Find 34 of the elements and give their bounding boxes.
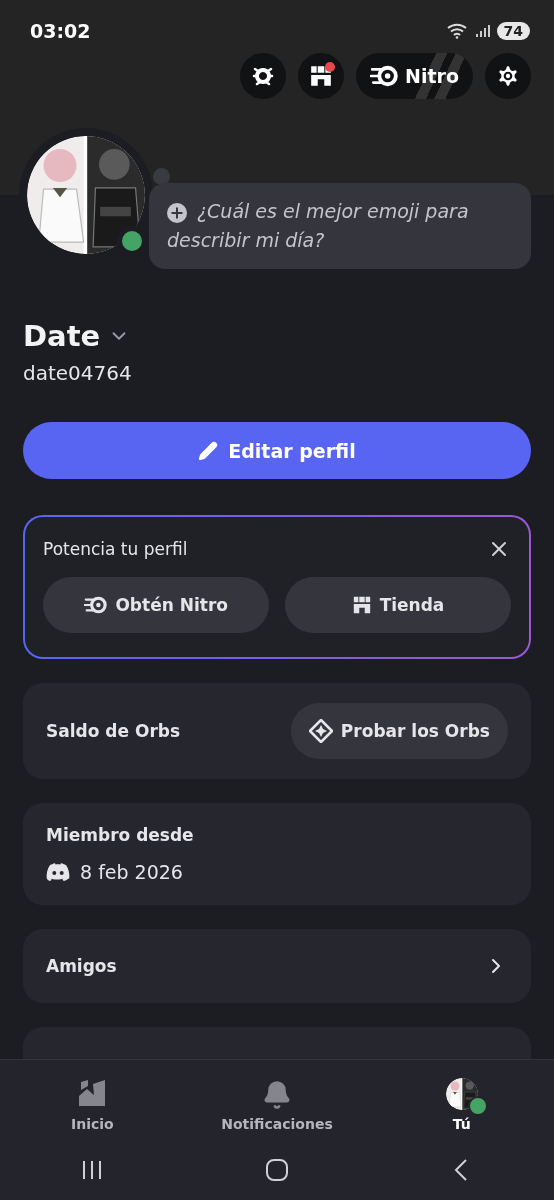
status-bubble[interactable]: ¿Cuál es el mejor emoji para describir mi día? xyxy=(149,183,531,269)
tab[interactable]: Notificaciones xyxy=(184,1060,370,1140)
home-button-icon[interactable] xyxy=(265,1158,289,1182)
member-date: 8 feb 2026 xyxy=(80,861,183,883)
edit-profile-button[interactable]: Editar perfil xyxy=(23,422,531,479)
tab[interactable]: Tú xyxy=(369,1060,554,1140)
card-title: Potencia tu perfil xyxy=(43,539,188,559)
online-dot xyxy=(467,1096,488,1116)
display-name: Date xyxy=(23,319,101,353)
wifi-icon xyxy=(446,23,469,39)
pencil-icon xyxy=(198,440,219,461)
friends-row[interactable]: Amigos xyxy=(23,929,531,1003)
quests-button[interactable] xyxy=(240,53,287,99)
battery-indicator: 74 xyxy=(496,22,530,40)
shop-icon xyxy=(351,595,372,615)
username: date04764 xyxy=(23,361,133,385)
plus-icon xyxy=(167,203,187,223)
shop-button[interactable]: Tienda xyxy=(285,577,511,633)
clock: 03:02 xyxy=(30,20,91,42)
shop-button[interactable] xyxy=(298,53,345,99)
signal-icon xyxy=(474,23,491,39)
shop-icon xyxy=(309,64,334,88)
orbs-label: Saldo de Orbs xyxy=(46,721,181,741)
nitro-button[interactable]: Obtén Nitro xyxy=(43,577,269,633)
nitro-button[interactable]: Nitro xyxy=(356,53,473,99)
tab[interactable]: Inicio xyxy=(0,1060,185,1140)
settings-button[interactable] xyxy=(485,53,531,99)
orb-icon xyxy=(308,719,333,743)
try-orbs-button[interactable]: Probar los Orbs xyxy=(290,703,508,759)
nitro-icon xyxy=(84,596,108,614)
nitro-icon xyxy=(370,65,400,87)
card-title: Miembro desde xyxy=(46,825,194,845)
discord-icon xyxy=(46,863,70,881)
bell-icon xyxy=(262,1080,292,1110)
